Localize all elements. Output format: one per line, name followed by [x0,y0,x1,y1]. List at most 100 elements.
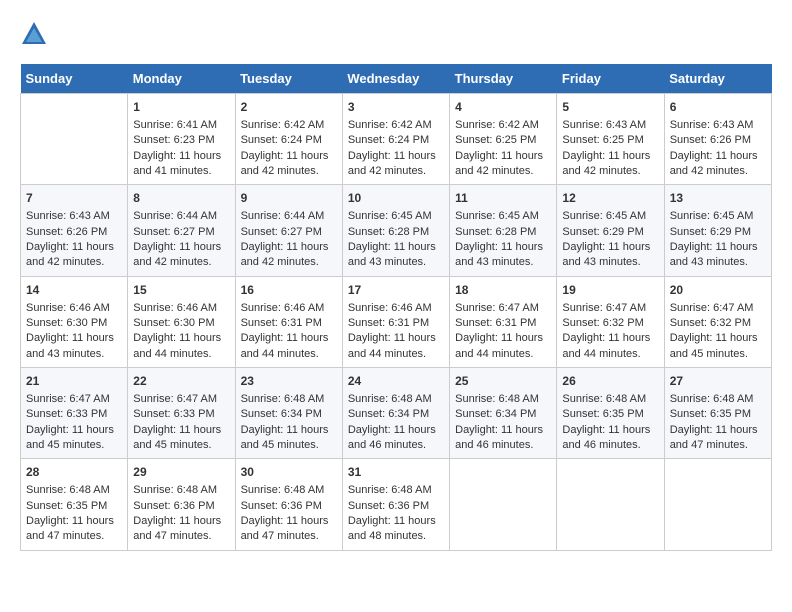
calendar-cell: 17Sunrise: 6:46 AMSunset: 6:31 PMDayligh… [342,276,449,367]
sunset-text: Sunset: 6:36 PM [133,500,214,512]
calendar-cell [450,459,557,550]
daylight-text: Daylight: 11 hours and 41 minutes. [133,150,221,177]
sunrise-text: Sunrise: 6:48 AM [133,484,217,496]
daylight-text: Daylight: 11 hours and 42 minutes. [455,150,543,177]
day-number: 2 [241,99,337,116]
daylight-text: Daylight: 11 hours and 43 minutes. [26,332,114,359]
calendar-cell: 30Sunrise: 6:48 AMSunset: 6:36 PMDayligh… [235,459,342,550]
daylight-text: Daylight: 11 hours and 43 minutes. [562,241,650,268]
sunrise-text: Sunrise: 6:46 AM [133,302,217,314]
calendar-cell: 5Sunrise: 6:43 AMSunset: 6:25 PMDaylight… [557,94,664,185]
sunset-text: Sunset: 6:33 PM [133,408,214,420]
calendar-cell: 19Sunrise: 6:47 AMSunset: 6:32 PMDayligh… [557,276,664,367]
calendar-cell: 27Sunrise: 6:48 AMSunset: 6:35 PMDayligh… [664,368,771,459]
page-header [20,20,772,48]
day-number: 19 [562,282,658,299]
calendar-cell: 28 Sunrise: 6:48 AM Sunset: 6:35 PM Dayligh… [21,459,128,550]
sunset-text: Sunset: 6:32 PM [670,317,751,329]
daylight-text: Daylight: 11 hours and 42 minutes. [562,150,650,177]
calendar-cell: 6Sunrise: 6:43 AMSunset: 6:26 PMDaylight… [664,94,771,185]
day-number: 1 [133,99,229,116]
sunrise-text: Sunrise: 6:47 AM [26,393,110,405]
header-day-thursday: Thursday [450,64,557,94]
day-number: 10 [348,190,444,207]
day-number: 3 [348,99,444,116]
day-number: 4 [455,99,551,116]
sunset-text: Sunset: 6:34 PM [241,408,322,420]
sunset-text: Sunset: 6:31 PM [455,317,536,329]
calendar-cell: 22Sunrise: 6:47 AMSunset: 6:33 PMDayligh… [128,368,235,459]
daylight-text: Daylight: 11 hours and 44 minutes. [455,332,543,359]
day-number: 28 [26,464,122,481]
sunset-text: Sunset: 6:28 PM [348,226,429,238]
calendar-cell: 16Sunrise: 6:46 AMSunset: 6:31 PMDayligh… [235,276,342,367]
sunrise-text: Sunrise: 6:48 AM [670,393,754,405]
calendar-cell: 26Sunrise: 6:48 AMSunset: 6:35 PMDayligh… [557,368,664,459]
calendar-cell: 29Sunrise: 6:48 AMSunset: 6:36 PMDayligh… [128,459,235,550]
header-day-tuesday: Tuesday [235,64,342,94]
day-number: 29 [133,464,229,481]
header-day-sunday: Sunday [21,64,128,94]
sunrise-text: Sunrise: 6:48 AM [26,484,110,496]
day-number: 7 [26,190,122,207]
sunset-text: Sunset: 6:29 PM [562,226,643,238]
sunrise-text: Sunrise: 6:48 AM [241,393,325,405]
calendar-week-4: 21 Sunrise: 6:47 AM Sunset: 6:33 PM Dayligh… [21,368,772,459]
day-number: 16 [241,282,337,299]
sunrise-text: Sunrise: 6:48 AM [348,393,432,405]
calendar-week-5: 28 Sunrise: 6:48 AM Sunset: 6:35 PM Dayligh… [21,459,772,550]
sunrise-text: Sunrise: 6:48 AM [562,393,646,405]
sunrise-text: Sunrise: 6:42 AM [455,119,539,131]
sunrise-text: Sunrise: 6:43 AM [670,119,754,131]
header-day-saturday: Saturday [664,64,771,94]
calendar-cell: 8Sunrise: 6:44 AMSunset: 6:27 PMDaylight… [128,185,235,276]
calendar-cell: 13Sunrise: 6:45 AMSunset: 6:29 PMDayligh… [664,185,771,276]
daylight-text: Daylight: 11 hours and 43 minutes. [348,241,436,268]
daylight-text: Daylight: 11 hours and 42 minutes. [348,150,436,177]
sunrise-text: Sunrise: 6:45 AM [562,210,646,222]
sunset-text: Sunset: 6:34 PM [455,408,536,420]
logo [20,20,52,48]
day-number: 13 [670,190,766,207]
sunrise-text: Sunrise: 6:42 AM [348,119,432,131]
daylight-text: Daylight: 11 hours and 44 minutes. [348,332,436,359]
header-day-wednesday: Wednesday [342,64,449,94]
sunrise-text: Sunrise: 6:41 AM [133,119,217,131]
day-number: 25 [455,373,551,390]
daylight-text: Daylight: 11 hours and 42 minutes. [241,150,329,177]
daylight-text: Daylight: 11 hours and 47 minutes. [26,515,114,542]
sunrise-text: Sunrise: 6:46 AM [348,302,432,314]
day-number: 12 [562,190,658,207]
calendar-cell [557,459,664,550]
sunrise-text: Sunrise: 6:44 AM [133,210,217,222]
header-row: SundayMondayTuesdayWednesdayThursdayFrid… [21,64,772,94]
sunset-text: Sunset: 6:24 PM [348,134,429,146]
daylight-text: Daylight: 11 hours and 47 minutes. [241,515,329,542]
sunset-text: Sunset: 6:27 PM [241,226,322,238]
daylight-text: Daylight: 11 hours and 44 minutes. [562,332,650,359]
calendar-cell: 31Sunrise: 6:48 AMSunset: 6:36 PMDayligh… [342,459,449,550]
day-number: 5 [562,99,658,116]
calendar-week-1: 1Sunrise: 6:41 AMSunset: 6:23 PMDaylight… [21,94,772,185]
sunrise-text: Sunrise: 6:48 AM [455,393,539,405]
header-day-friday: Friday [557,64,664,94]
sunset-text: Sunset: 6:29 PM [670,226,751,238]
daylight-text: Daylight: 11 hours and 43 minutes. [670,241,758,268]
sunset-text: Sunset: 6:35 PM [26,500,107,512]
sunset-text: Sunset: 6:35 PM [670,408,751,420]
daylight-text: Daylight: 11 hours and 44 minutes. [133,332,221,359]
day-number: 24 [348,373,444,390]
sunrise-text: Sunrise: 6:47 AM [562,302,646,314]
day-number: 18 [455,282,551,299]
daylight-text: Daylight: 11 hours and 46 minutes. [455,424,543,451]
calendar-cell: 4 Sunrise: 6:42 AM Sunset: 6:25 PM Daylight… [450,94,557,185]
header-day-monday: Monday [128,64,235,94]
sunset-text: Sunset: 6:26 PM [670,134,751,146]
day-number: 26 [562,373,658,390]
day-number: 9 [241,190,337,207]
calendar-cell: 15Sunrise: 6:46 AMSunset: 6:30 PMDayligh… [128,276,235,367]
day-number: 21 [26,373,122,390]
sunset-text: Sunset: 6:25 PM [455,134,536,146]
sunset-text: Sunset: 6:27 PM [133,226,214,238]
day-number: 27 [670,373,766,390]
